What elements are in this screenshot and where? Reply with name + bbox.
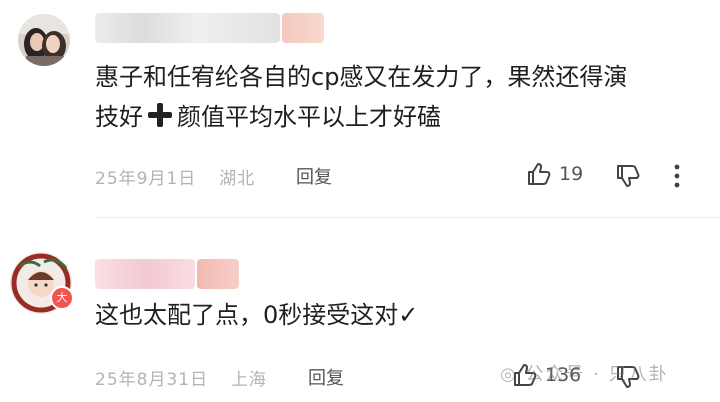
vip-badge: 大 <box>50 286 74 310</box>
more-options-icon[interactable] <box>672 163 682 189</box>
user-tag-blurred <box>282 13 324 43</box>
like-count: 19 <box>559 163 584 185</box>
wechat-icon: ◎ <box>500 364 518 385</box>
username-blurred[interactable] <box>95 259 195 289</box>
comment-date: 25年8月31日 <box>95 370 209 390</box>
avatar[interactable] <box>18 14 70 66</box>
comment-location: 上海 <box>230 370 267 390</box>
watermark: ◎ 公众号 · 只八卦 <box>500 364 669 385</box>
reply-button[interactable]: 回复 <box>308 364 344 390</box>
thumbs-up-icon[interactable] <box>526 161 552 187</box>
comment-text: 惠子和任宥纶各自的cp感又在发力了，果然还得演 技好 颜值平均水平以上才好磕 <box>95 57 627 137</box>
comment-meta: 25年9月1日 湖北 <box>95 164 255 189</box>
comment-date: 25年9月1日 <box>95 169 197 189</box>
comment-text-line-2: 技好 颜值平均水平以上才好磕 <box>95 102 441 131</box>
comment-location: 湖北 <box>219 169 256 189</box>
user-tag-blurred <box>197 259 239 289</box>
reply-button[interactable]: 回复 <box>296 163 332 189</box>
comment-text-line-1: 惠子和任宥纶各自的cp感又在发力了，果然还得演 <box>95 63 628 91</box>
avatar-photo-icon <box>18 14 70 66</box>
plus-emoji-icon <box>147 102 173 128</box>
thumbs-down-icon[interactable] <box>615 163 641 189</box>
comment-1: 惠子和任宥纶各自的cp感又在发力了，果然还得演 技好 颜值平均水平以上才好磕 25… <box>0 0 720 217</box>
comment-meta: 25年8月31日 上海 <box>95 365 267 390</box>
comment-text: 这也太配了点，0秒接受这对✓ <box>95 301 419 329</box>
username-blurred[interactable] <box>95 13 280 43</box>
